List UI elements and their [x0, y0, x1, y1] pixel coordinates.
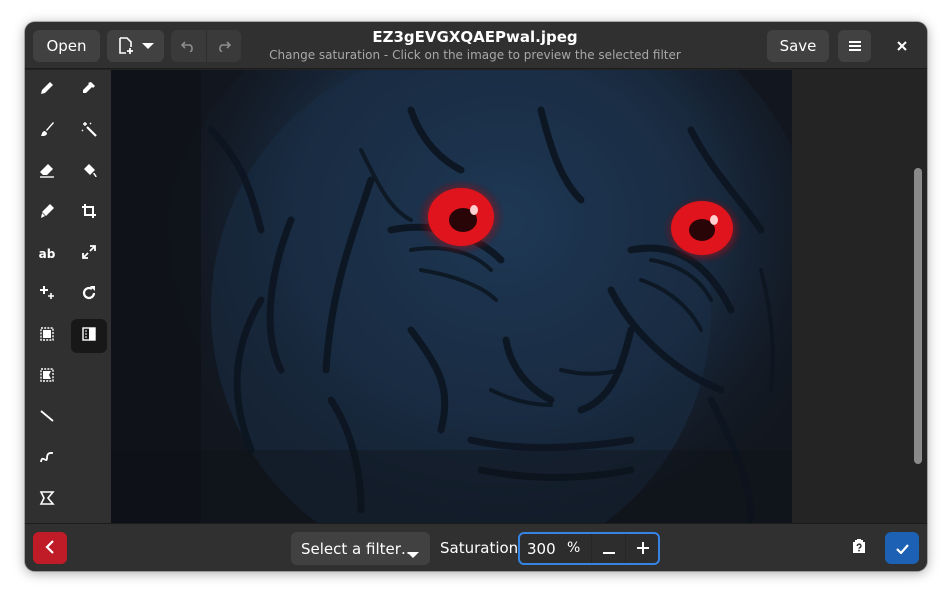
highlighter-icon — [39, 203, 55, 223]
chevron-down-icon — [407, 545, 419, 563]
undo-icon — [181, 40, 195, 52]
tool-color-picker[interactable] — [71, 73, 107, 107]
window-title-block: EZ3gEVGXQAEPwal.jpeg Change saturation -… — [265, 28, 685, 64]
back-button[interactable] — [33, 532, 67, 564]
saturation-increase-button[interactable] — [625, 534, 659, 563]
filter-select-dropdown[interactable]: Select a filter… — [291, 532, 430, 565]
tool-eraser[interactable] — [29, 155, 65, 189]
pencil-icon — [39, 80, 55, 100]
saturation-decrease-button[interactable] — [591, 534, 625, 563]
window-subtitle: Change saturation - Click on the image t… — [269, 48, 681, 62]
filter-help-button[interactable] — [842, 532, 876, 564]
brush-icon — [39, 121, 55, 141]
open-button[interactable]: Open — [33, 30, 100, 62]
tool-line[interactable] — [29, 401, 65, 435]
image-canvas[interactable] — [111, 70, 792, 523]
tool-filters[interactable] — [71, 319, 107, 353]
new-image-menu-button[interactable] — [107, 30, 164, 62]
filters-icon — [81, 326, 97, 346]
saturation-unit: % — [567, 540, 581, 556]
apply-button[interactable] — [885, 532, 919, 564]
filter-options-bar: Select a filter… Saturation 300 % — [25, 523, 927, 571]
tool-add-sparkle[interactable] — [29, 278, 65, 312]
vertical-scrollbar-thumb[interactable] — [914, 168, 922, 464]
tool-shape[interactable] — [29, 483, 65, 517]
free-select-icon — [39, 367, 55, 387]
scale-icon — [81, 244, 97, 264]
canvas-picture — [111, 70, 792, 523]
help-clipboard-icon — [851, 538, 867, 558]
redo-icon — [217, 40, 231, 52]
tool-highlighter[interactable] — [29, 196, 65, 230]
text-icon: ab — [38, 247, 56, 261]
chevron-left-icon — [45, 539, 55, 558]
chevron-down-icon — [141, 42, 154, 50]
checkmark-icon — [895, 539, 909, 558]
header-bar: Open EZ3gEVGXQAEPwal.jpeg Change saturat… — [25, 22, 927, 69]
crop-icon — [81, 203, 97, 223]
tool-text[interactable]: ab — [29, 237, 65, 271]
saturation-spinbutton[interactable]: 300 % — [518, 532, 660, 565]
rect-select-icon — [39, 326, 55, 346]
shape-icon — [39, 490, 55, 510]
undo-button[interactable] — [171, 30, 206, 62]
rotate-icon — [81, 285, 97, 305]
tool-paint-bucket[interactable] — [71, 155, 107, 189]
redo-button[interactable] — [206, 30, 241, 62]
saturation-label: Saturation — [440, 539, 519, 557]
new-document-icon — [118, 37, 134, 55]
close-window-button[interactable] — [885, 30, 919, 62]
app-window: Open EZ3gEVGXQAEPwal.jpeg Change saturat… — [25, 22, 927, 571]
plus-sparkle-icon — [39, 285, 55, 305]
paint-bucket-icon — [81, 162, 97, 182]
main-menu-button[interactable] — [838, 30, 871, 62]
eraser-icon — [39, 162, 55, 182]
curve-icon — [39, 449, 55, 469]
tools-panel: ab — [25, 70, 111, 523]
tool-scale[interactable] — [71, 237, 107, 271]
hamburger-menu-icon — [848, 40, 862, 52]
tool-free-select[interactable] — [29, 360, 65, 394]
undo-redo-group — [171, 30, 241, 62]
filter-select-label: Select a filter… — [301, 539, 416, 558]
save-button[interactable]: Save — [767, 30, 829, 62]
tool-magic-wand[interactable] — [71, 114, 107, 148]
saturation-value[interactable]: 300 — [527, 540, 556, 558]
window-title: EZ3gEVGXQAEPwal.jpeg — [372, 28, 578, 46]
canvas-area[interactable] — [111, 70, 927, 523]
line-icon — [39, 408, 55, 428]
magic-wand-icon — [81, 121, 97, 141]
tool-rect-select[interactable] — [29, 319, 65, 353]
tool-crop[interactable] — [71, 196, 107, 230]
tool-brush[interactable] — [29, 114, 65, 148]
plus-icon — [636, 539, 649, 558]
tool-pencil[interactable] — [29, 73, 65, 107]
minus-icon — [602, 539, 615, 558]
color-picker-icon — [81, 80, 97, 100]
close-icon — [896, 40, 908, 52]
tool-curve[interactable] — [29, 442, 65, 476]
tool-rotate[interactable] — [71, 278, 107, 312]
